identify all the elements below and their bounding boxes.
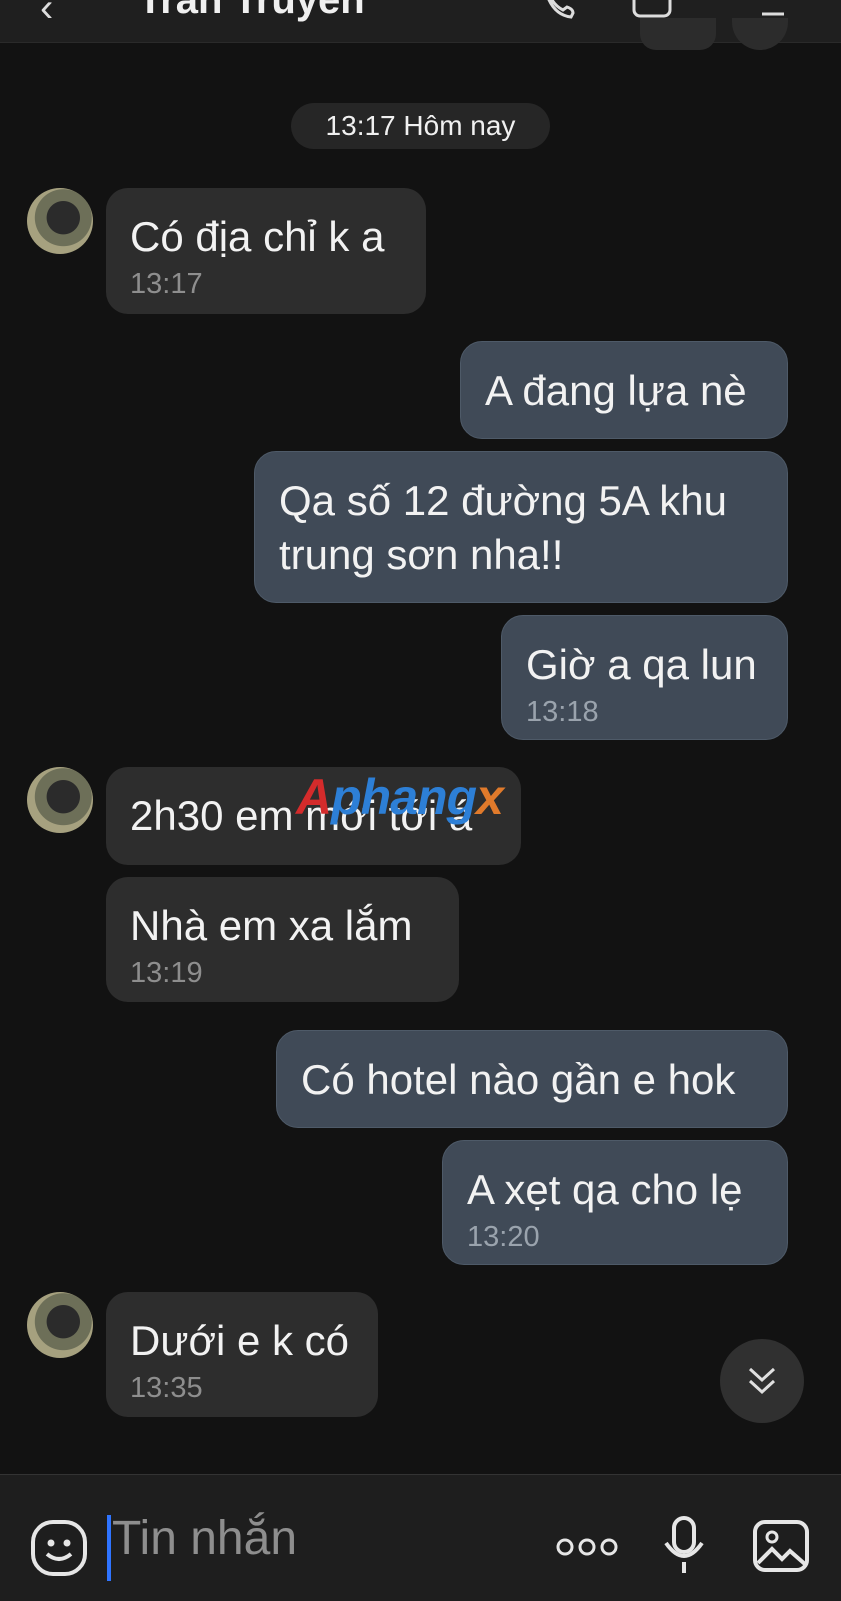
message-time: 13:35 <box>130 1372 203 1404</box>
message-time: 13:17 <box>130 268 203 300</box>
message-text: Có hotel nào gần e hok <box>301 1056 736 1103</box>
watermark-logo: Aphangx <box>296 768 504 826</box>
watermark-part: phang <box>331 769 477 825</box>
message-time: 13:18 <box>526 696 599 728</box>
message-text: A xẹt qa cho lẹ <box>467 1166 743 1213</box>
phone-icon[interactable] <box>540 0 580 22</box>
message-input-bar: Tin nhắn <box>0 1474 841 1601</box>
message-bubble-outgoing[interactable]: Có hotel nào gần e hok <box>276 1030 788 1128</box>
message-time: 13:19 <box>130 957 203 989</box>
message-input[interactable]: Tin nhắn <box>112 1511 297 1566</box>
message-text: A đang lựa nè <box>485 367 747 414</box>
image-icon[interactable] <box>752 1519 810 1573</box>
message-bubble-incoming[interactable]: Có địa chỉ k a 13:17 <box>106 188 426 314</box>
contact-avatar[interactable] <box>27 767 93 833</box>
previous-message-peek <box>640 18 716 50</box>
previous-button-peek <box>732 18 788 50</box>
more-dots-icon[interactable] <box>556 1537 618 1557</box>
message-text: Giờ a qa lun <box>526 641 757 688</box>
message-bubble-incoming[interactable]: Nhà em xa lắm 13:19 <box>106 877 459 1002</box>
message-text: Qa số 12 đường 5A khu trung sơn nha!! <box>279 477 727 578</box>
message-bubble-outgoing[interactable]: A xẹt qa cho lẹ 13:20 <box>442 1140 788 1265</box>
watermark-part: x <box>476 769 504 825</box>
scroll-down-icon <box>748 1367 776 1395</box>
back-arrow-icon[interactable]: ‹ <box>40 0 53 31</box>
date-separator: 13:17 Hôm nay <box>291 103 550 149</box>
message-bubble-incoming[interactable]: Dưới e k có 13:35 <box>106 1292 378 1417</box>
message-text: Dưới e k có <box>130 1317 350 1364</box>
message-bubble-outgoing[interactable]: A đang lựa nè <box>460 341 788 439</box>
message-time: 13:20 <box>467 1221 540 1253</box>
watermark-part: A <box>296 769 332 825</box>
text-cursor <box>107 1515 111 1581</box>
message-text: Nhà em xa lắm <box>130 902 413 949</box>
emoji-icon[interactable] <box>30 1519 88 1577</box>
message-bubble-outgoing[interactable]: Giờ a qa lun 13:18 <box>501 615 788 740</box>
contact-avatar[interactable] <box>27 1292 93 1358</box>
contact-name[interactable]: Trần Truyền <box>138 0 365 23</box>
contact-avatar[interactable] <box>27 188 93 254</box>
message-text: Có địa chỉ k a <box>130 213 385 260</box>
microphone-icon[interactable] <box>662 1515 706 1577</box>
message-bubble-outgoing[interactable]: Qa số 12 đường 5A khu trung sơn nha!! <box>254 451 788 603</box>
scroll-to-bottom-button[interactable] <box>720 1339 804 1423</box>
